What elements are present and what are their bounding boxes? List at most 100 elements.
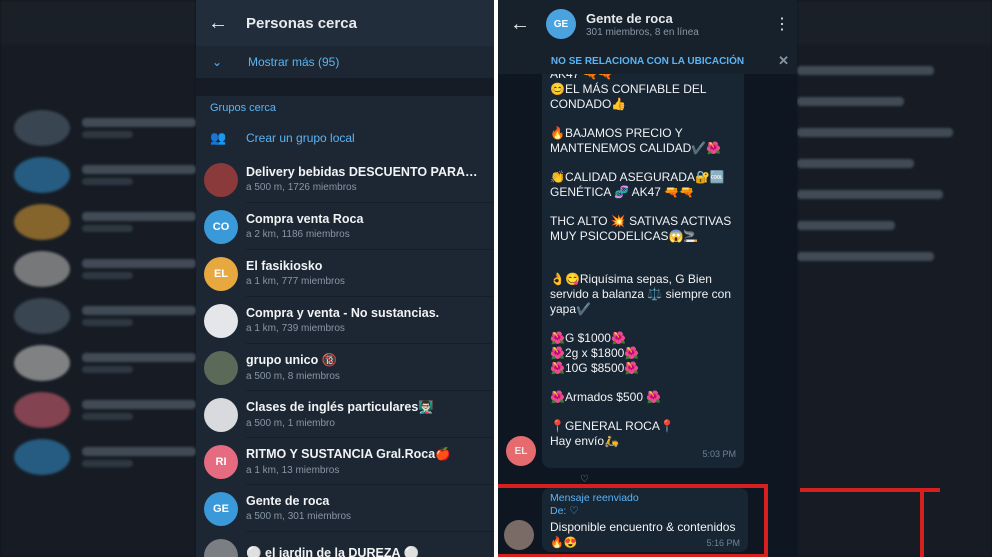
group-text: RITMO Y SUSTANCIA Gral.Roca🍎 a 1 km, 13 m… bbox=[246, 438, 494, 485]
message-line: MANTENEMOS CALIDAD✔️🌺 bbox=[550, 141, 722, 155]
message-line: GENÉTICA 🧬 AK47 🔫🔫 bbox=[550, 185, 695, 199]
blurred-row bbox=[0, 433, 196, 480]
blurred-header bbox=[797, 0, 992, 44]
group-text: Gente de roca a 500 m, 301 miembros bbox=[246, 485, 494, 532]
message-line: 👏CALIDAD ASEGURADA🔐🆒 bbox=[550, 170, 725, 184]
group-distance: a 500 m, 1726 miembros bbox=[246, 182, 357, 193]
group-item[interactable]: Compra y venta - No sustancias. a 1 km, 7… bbox=[196, 297, 494, 344]
section-separator bbox=[196, 78, 494, 96]
show-more-button[interactable]: ⌄ Mostrar más (95) bbox=[196, 46, 494, 78]
highlight-box-edge bbox=[800, 488, 940, 492]
message-line bbox=[550, 405, 736, 419]
group-name: Clases de inglés particulares👨🏻‍🏫 bbox=[246, 399, 434, 414]
message-line bbox=[550, 200, 736, 214]
message-line: 😊EL MÁS CONFIABLE DEL bbox=[550, 82, 707, 96]
group-item[interactable]: GE Gente de roca a 500 m, 301 miembros bbox=[196, 485, 494, 532]
group-name: Gente de roca bbox=[246, 494, 330, 508]
page-title: Personas cerca bbox=[246, 14, 357, 32]
group-text: El fasikiosko a 1 km, 777 miembros bbox=[246, 250, 494, 297]
message-line: AK47 🔫🔫 bbox=[550, 74, 613, 81]
back-arrow-icon[interactable]: ← bbox=[208, 12, 238, 35]
blurred-row bbox=[0, 292, 196, 339]
group-text: Compra y venta - No sustancias. a 1 km, 7… bbox=[246, 297, 494, 344]
section-title: Grupos cerca bbox=[210, 102, 277, 114]
message-line bbox=[550, 317, 736, 331]
chat-messages: 🔥🔥LLEGARON LAS MERASAK47 🔫🔫😊EL MÁS CONFI… bbox=[498, 74, 797, 557]
message-bubble[interactable]: 🔥🔥LLEGARON LAS MERASAK47 🔫🔫😊EL MÁS CONFI… bbox=[542, 74, 744, 468]
highlight-box bbox=[498, 484, 768, 557]
group-item[interactable]: grupo unico 🔞 a 500 m, 8 miembros bbox=[196, 344, 494, 391]
message-line: THC ALTO 💥 SATIVAS ACTIVAS bbox=[550, 214, 732, 228]
message-line: 🌺2g x $1800🌺 bbox=[550, 346, 640, 360]
message-line: 🌺G $1000🌺 bbox=[550, 331, 626, 345]
group-item[interactable]: RI RITMO Y SUSTANCIA Gral.Roca🍎 a 1 km, 13… bbox=[196, 438, 494, 485]
header: ← Personas cerca bbox=[196, 0, 494, 46]
group-distance: a 1 km, 777 miembros bbox=[246, 276, 345, 287]
group-distance: a 1 km, 739 miembros bbox=[246, 323, 345, 334]
background-right-blurred bbox=[797, 0, 992, 557]
group-avatar: CO bbox=[204, 209, 238, 244]
group-item[interactable]: Delivery bebidas DESCUENTO PARA… a 500 m,… bbox=[196, 156, 494, 203]
add-group-icon: 👥 bbox=[210, 130, 227, 145]
group-avatar bbox=[204, 350, 238, 385]
message-line bbox=[550, 156, 736, 170]
message-line bbox=[550, 376, 736, 390]
message-time: 5:03 PM bbox=[702, 449, 736, 459]
more-menu-icon[interactable]: ⋮ bbox=[767, 14, 797, 34]
group-name: grupo unico 🔞 bbox=[246, 352, 338, 367]
back-arrow-icon[interactable]: ← bbox=[510, 13, 540, 36]
message-line: 🌺10G $8500🌺 bbox=[550, 361, 640, 375]
group-avatar: RI bbox=[204, 444, 238, 479]
location-notice-bar[interactable]: NO SE RELACIONA CON LA UBICACIÓN ✕ bbox=[498, 48, 797, 74]
group-avatar bbox=[204, 303, 238, 338]
blurred-row bbox=[0, 386, 196, 433]
chat-screen: ← GE Gente de roca 301 miembros, 8 en lí… bbox=[498, 0, 797, 557]
group-text: Compra venta Roca a 2 km, 1186 miembros bbox=[246, 203, 494, 250]
group-avatar bbox=[204, 538, 238, 557]
blurred-row bbox=[0, 151, 196, 198]
group-text: ⚪ el jardin de la DUREZA ⚪ bbox=[246, 532, 494, 557]
create-local-group-button[interactable]: 👥 Crear un grupo local bbox=[196, 120, 494, 156]
blurred-row bbox=[0, 198, 196, 245]
sender-avatar[interactable]: EL bbox=[506, 436, 536, 466]
message-line: MUY PSICODELICAS😱🚬 bbox=[550, 229, 699, 243]
group-name: El fasikiosko bbox=[246, 259, 323, 273]
chat-info[interactable]: Gente de roca 301 miembros, 8 en línea bbox=[586, 11, 767, 38]
chat-avatar[interactable]: GE bbox=[546, 9, 576, 39]
group-distance: a 500 m, 1 miembro bbox=[246, 417, 335, 429]
group-item[interactable]: CO Compra venta Roca a 2 km, 1186 miembros bbox=[196, 203, 494, 250]
group-avatar bbox=[204, 397, 238, 432]
group-avatar bbox=[204, 162, 238, 197]
group-name: RITMO Y SUSTANCIA Gral.Roca🍎 bbox=[246, 446, 451, 461]
group-distance: a 1 km, 13 miembros bbox=[246, 464, 340, 476]
group-text: Clases de inglés particulares👨🏻‍🏫 a 500 m… bbox=[246, 391, 494, 438]
chevron-down-icon: ⌄ bbox=[212, 55, 223, 69]
background-left-blurred bbox=[0, 0, 196, 557]
group-item[interactable]: EL El fasikiosko a 1 km, 777 miembros bbox=[196, 250, 494, 297]
message-line bbox=[550, 244, 736, 258]
group-name: Compra venta Roca bbox=[246, 212, 364, 226]
blurred-header bbox=[0, 0, 196, 44]
group-distance: a 2 km, 1186 miembros bbox=[246, 229, 350, 240]
group-name: Compra y venta - No sustancias. bbox=[246, 306, 440, 320]
message-line: 📍GENERAL ROCA📍 bbox=[550, 419, 675, 433]
group-text: grupo unico 🔞 a 500 m, 8 miembros bbox=[246, 344, 494, 391]
group-item[interactable]: ⚪ el jardin de la DUREZA ⚪ bbox=[196, 532, 494, 557]
chat-header: ← GE Gente de roca 301 miembros, 8 en lí… bbox=[498, 0, 797, 48]
message-line: 🌺Armados $500 🌺 bbox=[550, 390, 662, 404]
message-line bbox=[550, 258, 736, 272]
message-line: CONDADO👍 bbox=[550, 97, 627, 111]
location-notice: NO SE RELACIONA CON LA UBICACIÓN bbox=[550, 55, 745, 67]
group-item[interactable]: Clases de inglés particulares👨🏻‍🏫 a 500 m… bbox=[196, 391, 494, 438]
message-line: 👌😋Riquísima sepas, G Bien bbox=[550, 272, 712, 286]
group-name: Delivery bebidas DESCUENTO PARA… bbox=[246, 165, 478, 179]
group-text: Delivery bebidas DESCUENTO PARA… a 500 m,… bbox=[246, 156, 494, 203]
group-avatar: EL bbox=[204, 256, 238, 291]
message-line: servido a balanza ⚖️ siempre con bbox=[550, 287, 732, 301]
group-list: Delivery bebidas DESCUENTO PARA… a 500 m,… bbox=[196, 156, 494, 557]
blurred-row bbox=[0, 339, 196, 386]
group-avatar: GE bbox=[204, 491, 238, 526]
close-icon[interactable]: ✕ bbox=[778, 53, 789, 69]
group-distance: a 500 m, 8 miembros bbox=[246, 370, 340, 382]
blurred-row bbox=[0, 245, 196, 292]
